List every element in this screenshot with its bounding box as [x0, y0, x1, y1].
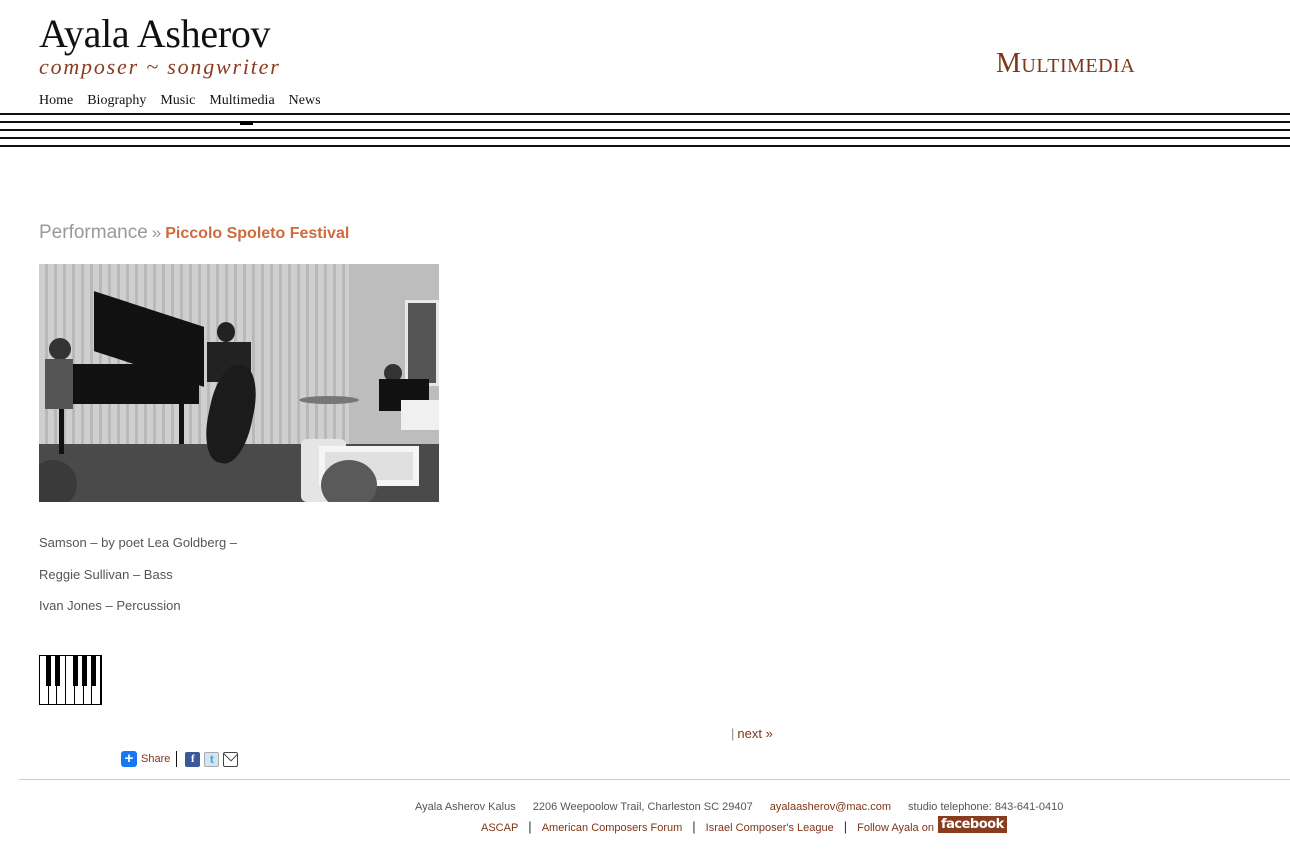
share-divider	[176, 751, 178, 767]
twitter-share-icon[interactable]: t	[204, 751, 220, 767]
performance-photo	[39, 264, 439, 502]
footer-link-israel-composers-league[interactable]: Israel Composer's League	[706, 822, 834, 834]
facebook-share-icon[interactable]: f	[185, 751, 201, 767]
black-key	[73, 656, 78, 686]
footer-phone: studio telephone: 843-641-0410	[908, 801, 1064, 813]
footer-email-link[interactable]: ayalaasherov@mac.com	[770, 801, 891, 813]
staff-line	[0, 145, 1290, 147]
footer-pipe: |	[692, 819, 696, 834]
footer-link-ascap[interactable]: ASCAP	[481, 822, 518, 834]
staff-line	[0, 121, 1290, 123]
footer-pipe: |	[843, 819, 848, 834]
breadcrumb-current: Piccolo Spoleto Festival	[165, 225, 350, 242]
pager: | next »	[731, 726, 773, 741]
site-subtitle: composer ~ songwriter	[39, 54, 281, 79]
black-key	[91, 656, 96, 686]
footer-links: ASCAP | American Composers Forum | Israe…	[481, 816, 1007, 834]
black-key	[46, 656, 51, 686]
nav-item-multimedia[interactable]: Multimedia	[209, 93, 274, 109]
next-link[interactable]: next »	[737, 726, 772, 741]
black-key	[82, 656, 87, 686]
share-bar: + Share f t	[121, 751, 242, 767]
share-button[interactable]: Share	[141, 753, 170, 765]
footer-contact: Ayala Asherov Kalus 2206 Weepoolow Trail…	[415, 801, 1077, 813]
footer-pipe: |	[528, 819, 532, 834]
footer-link-american-composers-forum[interactable]: American Composers Forum	[542, 822, 683, 834]
email-share-icon[interactable]	[223, 751, 239, 767]
page-heading: Multimedia	[996, 48, 1136, 79]
breadcrumb-separator: »	[151, 223, 162, 242]
staff-line	[0, 137, 1290, 139]
nav-item-biography[interactable]: Biography	[87, 93, 146, 109]
footer-address: 2206 Weepoolow Trail, Charleston SC 2940…	[532, 801, 753, 813]
pager-separator: |	[731, 726, 735, 741]
staff-rest-marker	[240, 121, 253, 125]
share-plus-icon[interactable]: +	[121, 751, 137, 767]
credit-line: Ivan Jones – Percussion	[39, 598, 181, 613]
staff-line	[0, 113, 1290, 115]
nav-item-news[interactable]: News	[289, 93, 321, 109]
main-nav: Home Biography Music Multimedia News	[39, 93, 321, 109]
site-title: Ayala Asherov	[39, 11, 271, 56]
breadcrumb-parent[interactable]: Performance	[39, 222, 148, 243]
credit-line: Samson – by poet Lea Goldberg –	[39, 535, 238, 550]
footer-divider	[19, 779, 1290, 780]
footer-name: Ayala Asherov Kalus	[415, 801, 516, 813]
facebook-follow-badge[interactable]: facebook	[937, 816, 1007, 833]
credits: Samson – by poet Lea Goldberg – Reggie S…	[39, 535, 237, 630]
credit-line: Reggie Sullivan – Bass	[39, 566, 173, 582]
piano-keys-icon[interactable]	[39, 655, 102, 705]
breadcrumb: Performance» Piccolo Spoleto Festival	[39, 222, 349, 244]
nav-item-music[interactable]: Music	[160, 93, 195, 109]
staff-line	[0, 129, 1290, 131]
nav-item-home[interactable]: Home	[39, 93, 73, 109]
follow-label: Follow Ayala on	[857, 822, 934, 834]
black-key	[55, 656, 60, 686]
